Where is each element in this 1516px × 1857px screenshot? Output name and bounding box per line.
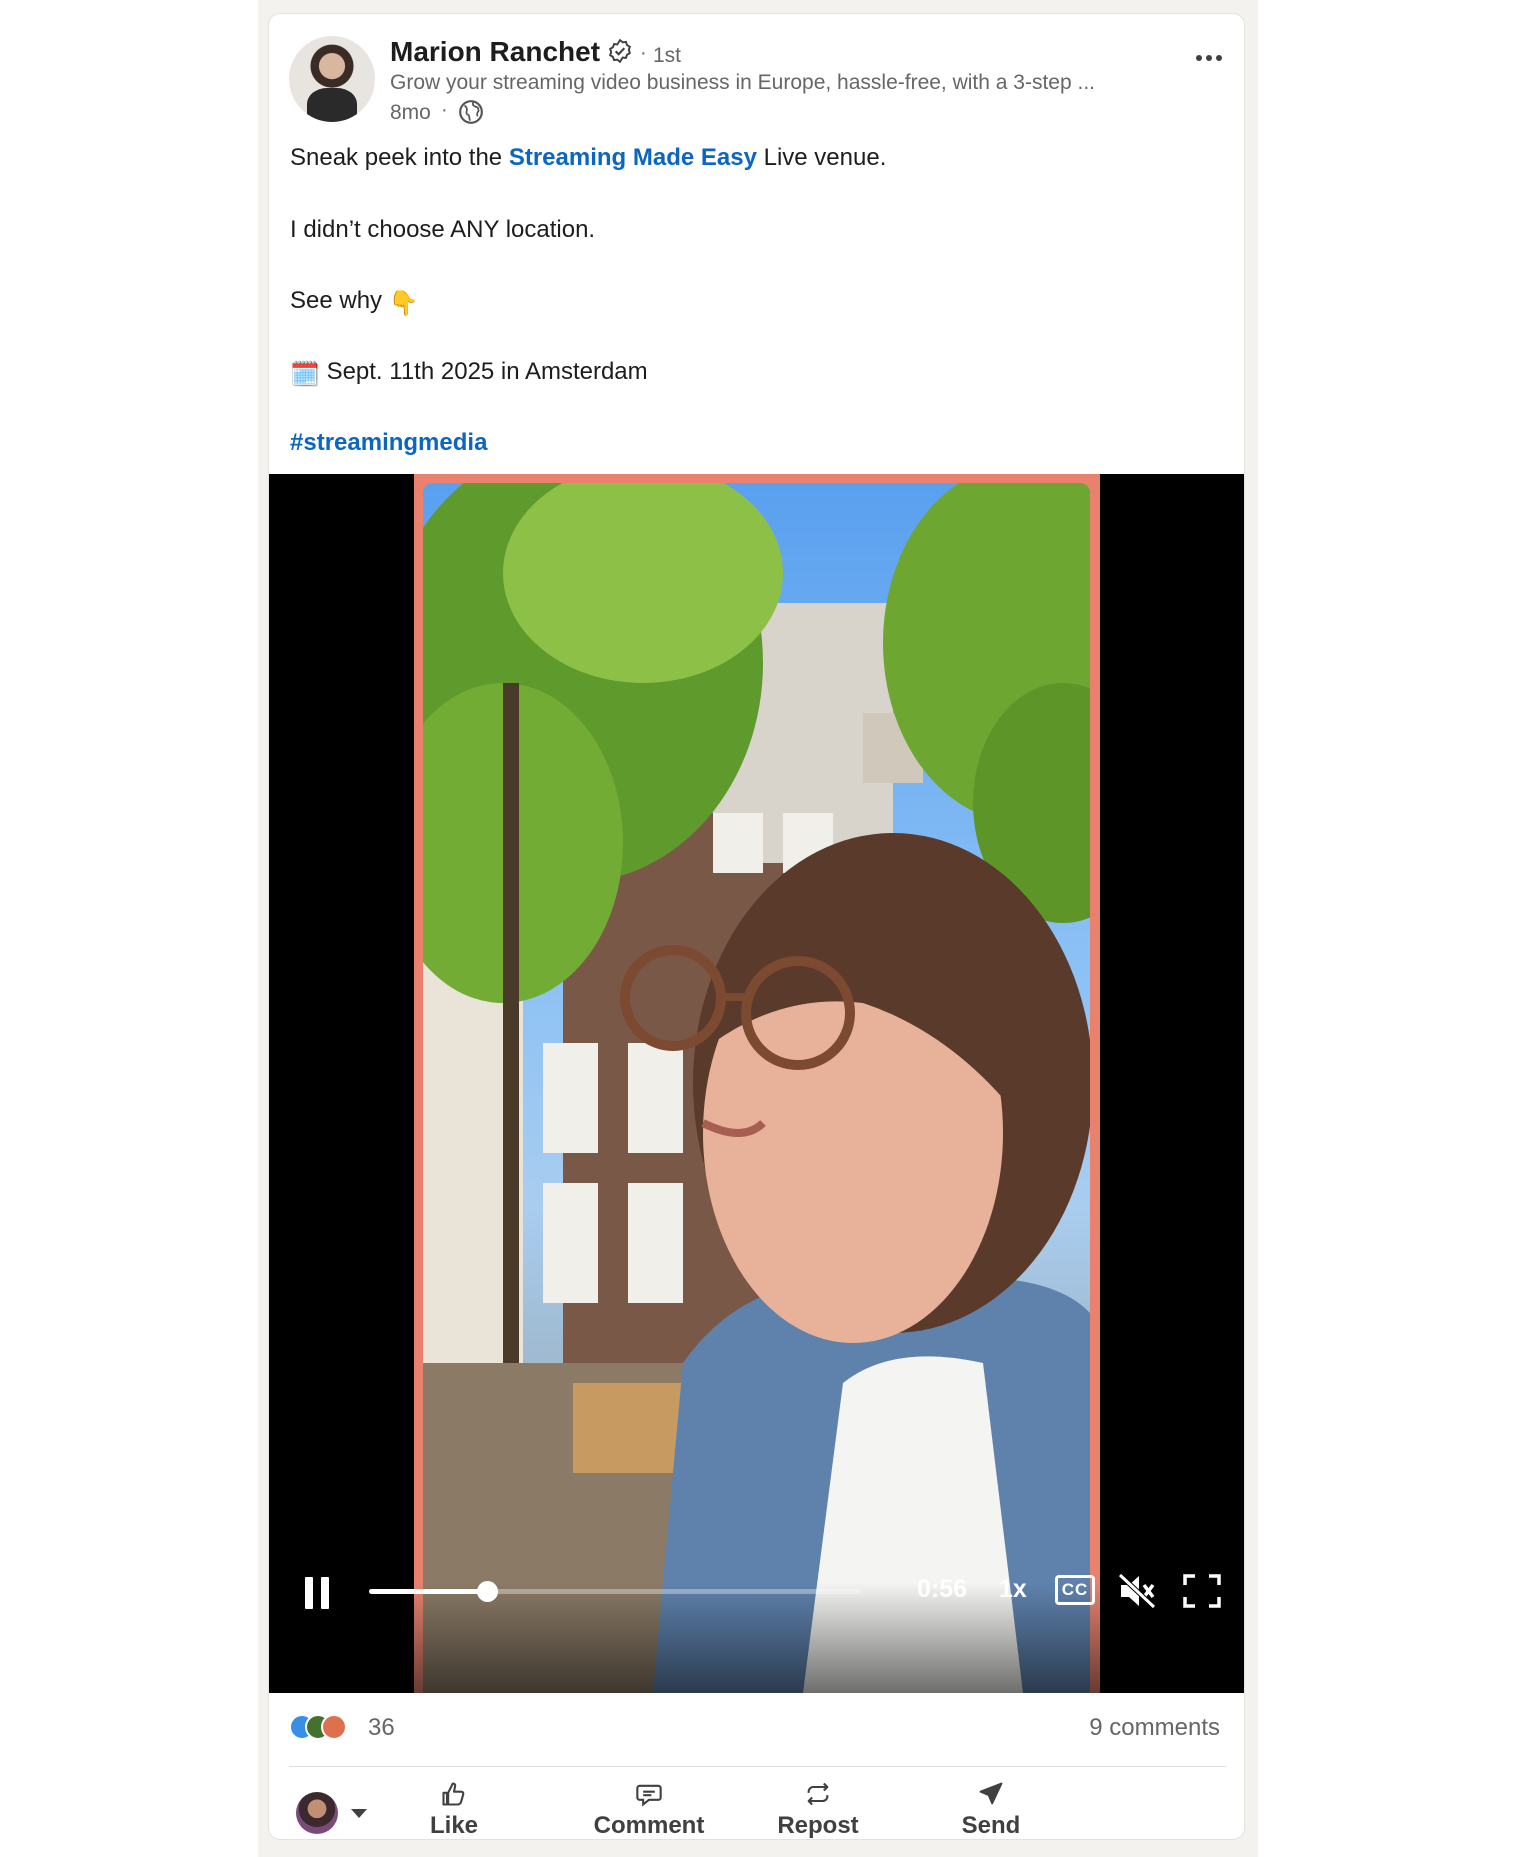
video-frame [414, 474, 1100, 1693]
event-link[interactable]: Streaming Made Easy [509, 144, 757, 171]
globe-icon [459, 100, 483, 124]
repost-label: Repost [777, 1812, 859, 1839]
verified-icon [608, 38, 632, 64]
post-text-line-2: I didn’t choose ANY location. [290, 216, 596, 243]
cc-icon[interactable]: CC [1055, 1575, 1095, 1605]
send-label: Send [961, 1812, 1021, 1839]
post-text-line-1: Sneak peek into the Streaming Made Easy … [290, 144, 886, 172]
chevron-down-icon[interactable] [351, 1809, 367, 1818]
connection-degree: 1st [653, 44, 682, 67]
repost-icon [807, 1782, 829, 1806]
send-button[interactable]: Send [936, 1776, 1046, 1839]
reaction-count[interactable]: 36 [368, 1714, 395, 1742]
progress-fill [369, 1589, 488, 1594]
like-label: Like [429, 1812, 479, 1839]
separator-dot: · [640, 42, 647, 64]
post-text: Sept. 11th 2025 in Amsterdam [326, 358, 648, 385]
post-card: Marion Ranchet · 1st Grow your streaming… [268, 13, 1245, 1840]
actor-avatar[interactable] [296, 1792, 338, 1834]
comment-label: Comment [593, 1812, 705, 1839]
author-headline[interactable]: Grow your streaming video business in Eu… [390, 71, 1095, 95]
repost-button[interactable]: Repost [753, 1776, 883, 1839]
video-player[interactable]: 0:56 1x CC [269, 474, 1244, 1693]
post-text: Sneak peek into the [290, 144, 509, 171]
hashtag-link[interactable]: #streamingmedia [290, 429, 487, 457]
pause-icon[interactable] [305, 1577, 329, 1609]
video-content [423, 483, 1090, 1693]
video-scene-illustration [423, 483, 1090, 1693]
video-time: 0:56 [917, 1575, 968, 1603]
post-time: 8mo [390, 101, 431, 124]
post-text: Live venue. [756, 144, 887, 171]
like-button[interactable]: Like [404, 1776, 504, 1839]
post-text-line-3: See why 👇 [290, 287, 419, 318]
post-text: See why [290, 287, 383, 314]
reactions-summary[interactable] [289, 1714, 349, 1744]
pointing-down-emoji: 👇 [388, 290, 419, 317]
mute-icon[interactable] [1117, 1572, 1157, 1610]
controls-overlay [269, 1583, 1244, 1693]
like-icon [442, 1782, 465, 1806]
send-icon [979, 1782, 1003, 1805]
comments-count[interactable]: 9 comments [1089, 1714, 1220, 1742]
more-icon [1196, 55, 1202, 61]
progress-bar[interactable] [369, 1581, 861, 1602]
post-text-line-4: 🗓️ Sept. 11th 2025 in Amsterdam [290, 358, 648, 389]
author-name[interactable]: Marion Ranchet [390, 36, 600, 68]
calendar-emoji: 🗓️ [290, 361, 320, 388]
separator-dot: · [441, 99, 448, 121]
author-avatar[interactable] [289, 36, 375, 122]
comment-icon [636, 1784, 662, 1807]
more-options-button[interactable] [1189, 46, 1229, 70]
fullscreen-icon[interactable] [1183, 1574, 1221, 1608]
progress-handle[interactable] [477, 1581, 499, 1602]
comment-button[interactable]: Comment [569, 1776, 729, 1839]
playback-speed-button[interactable]: 1x [999, 1575, 1027, 1604]
love-reaction-icon [321, 1714, 347, 1740]
divider [289, 1766, 1226, 1767]
